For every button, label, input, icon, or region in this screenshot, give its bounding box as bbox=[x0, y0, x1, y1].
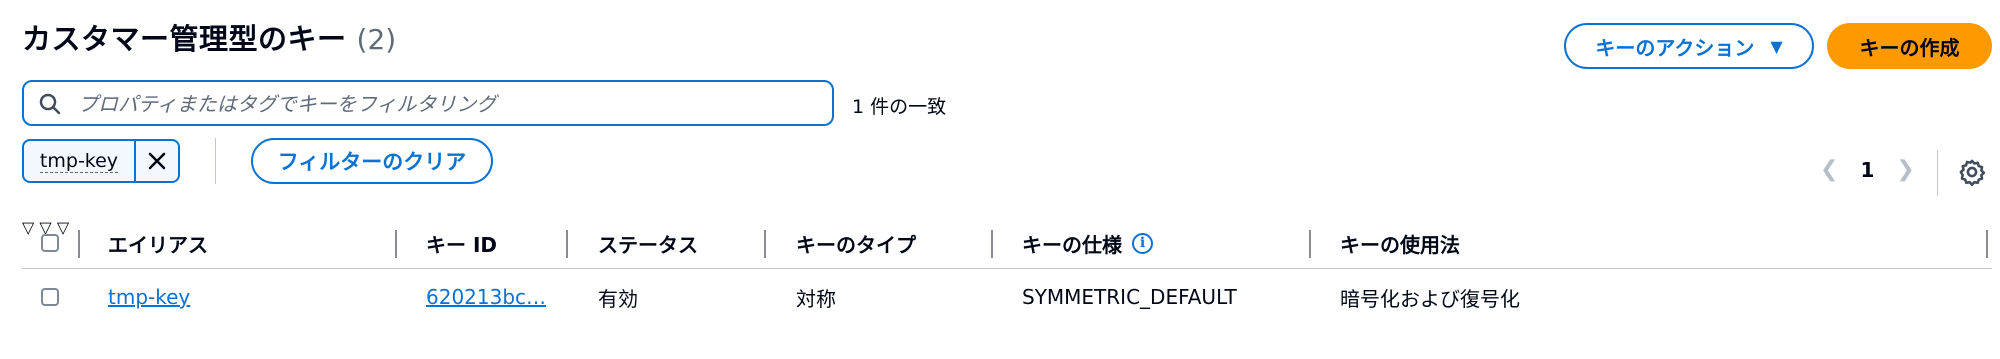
column-divider bbox=[764, 230, 766, 258]
status-cell: 有効 bbox=[598, 286, 638, 311]
page-number-current[interactable]: 1 bbox=[1860, 158, 1874, 182]
filter-token-dismiss-button[interactable] bbox=[134, 141, 178, 181]
key-actions-label: キーのアクション bbox=[1595, 35, 1755, 60]
column-header-key-usage[interactable]: キーの使用法 bbox=[1340, 218, 1460, 268]
column-header-key-type[interactable]: キーのタイプ bbox=[796, 218, 916, 268]
alias-link[interactable]: tmp-key bbox=[108, 285, 190, 309]
column-divider bbox=[78, 230, 80, 258]
info-icon[interactable]: i bbox=[1132, 232, 1153, 254]
key-id-cell: 620213bc… bbox=[426, 270, 546, 324]
pagination: ❮ 1 ❯ bbox=[1820, 157, 1915, 182]
column-header-key-spec-label: キーの仕様 bbox=[1022, 232, 1122, 257]
column-header-key-usage-label: キーの使用法 bbox=[1340, 232, 1460, 257]
column-divider bbox=[991, 230, 993, 258]
filter-token: tmp-key bbox=[22, 139, 180, 183]
column-header-key-id[interactable]: キー ID bbox=[426, 218, 497, 268]
key-count: (2) bbox=[356, 23, 397, 56]
column-header-status[interactable]: ステータス bbox=[598, 218, 698, 268]
column-divider bbox=[1309, 230, 1311, 258]
filter-token-label: tmp-key bbox=[39, 149, 119, 173]
select-all-checkbox[interactable] bbox=[41, 234, 59, 252]
column-header-key-type-label: キーのタイプ bbox=[796, 232, 916, 257]
create-key-button[interactable]: キーの作成 bbox=[1827, 23, 1992, 69]
column-divider bbox=[566, 230, 568, 258]
page-title: カスタマー管理型のキー bbox=[22, 22, 347, 56]
column-divider bbox=[395, 230, 397, 258]
column-header-alias-label: エイリアス bbox=[108, 232, 208, 257]
key-id-link[interactable]: 620213bc… bbox=[426, 285, 546, 309]
key-usage-cell: 暗号化および復号化 bbox=[1340, 286, 1520, 311]
key-actions-button[interactable]: キーのアクション ▼ bbox=[1564, 23, 1814, 69]
column-header-status-label: ステータス bbox=[598, 232, 698, 257]
column-header-alias[interactable]: エイリアス bbox=[108, 218, 208, 268]
pagination-divider bbox=[1937, 150, 1938, 196]
sort-icon[interactable]: ▽ bbox=[22, 218, 34, 237]
clear-filters-button[interactable]: フィルターのクリア bbox=[251, 138, 493, 184]
filter-divider bbox=[215, 138, 216, 184]
column-divider bbox=[1986, 230, 1988, 258]
table-header: エイリアス ▽ キー ID ▽ ステータス キーのタイプ ▽ キーの仕様 i キ… bbox=[22, 218, 1992, 269]
column-header-key-spec[interactable]: キーの仕様 i bbox=[1022, 218, 1153, 268]
row-checkbox[interactable] bbox=[41, 288, 59, 306]
table-row: tmp-key 620213bc… 有効 対称 SYMMETRIC_DEFAUL… bbox=[22, 270, 1992, 324]
column-header-key-id-label: キー ID bbox=[426, 232, 498, 257]
match-count: 1 件の一致 bbox=[852, 96, 947, 118]
sort-icon[interactable]: ▽ bbox=[57, 218, 69, 237]
filter-input[interactable] bbox=[76, 88, 820, 120]
chevron-right-icon[interactable]: ❯ bbox=[1896, 157, 1914, 182]
chevron-left-icon[interactable]: ❮ bbox=[1820, 157, 1838, 182]
key-spec-cell: SYMMETRIC_DEFAULT bbox=[1022, 285, 1237, 309]
search-icon bbox=[39, 93, 61, 115]
page-header: カスタマー管理型のキー (2) bbox=[22, 16, 396, 58]
create-key-label: キーの作成 bbox=[1859, 35, 1960, 60]
filter-search-box[interactable] bbox=[22, 80, 834, 126]
key-type-cell: 対称 bbox=[796, 286, 836, 311]
caret-down-icon: ▼ bbox=[1770, 36, 1783, 56]
alias-cell: tmp-key bbox=[108, 270, 190, 324]
clear-filters-label: フィルターのクリア bbox=[277, 150, 467, 174]
close-icon bbox=[148, 152, 166, 170]
gear-icon[interactable] bbox=[1958, 158, 1986, 186]
